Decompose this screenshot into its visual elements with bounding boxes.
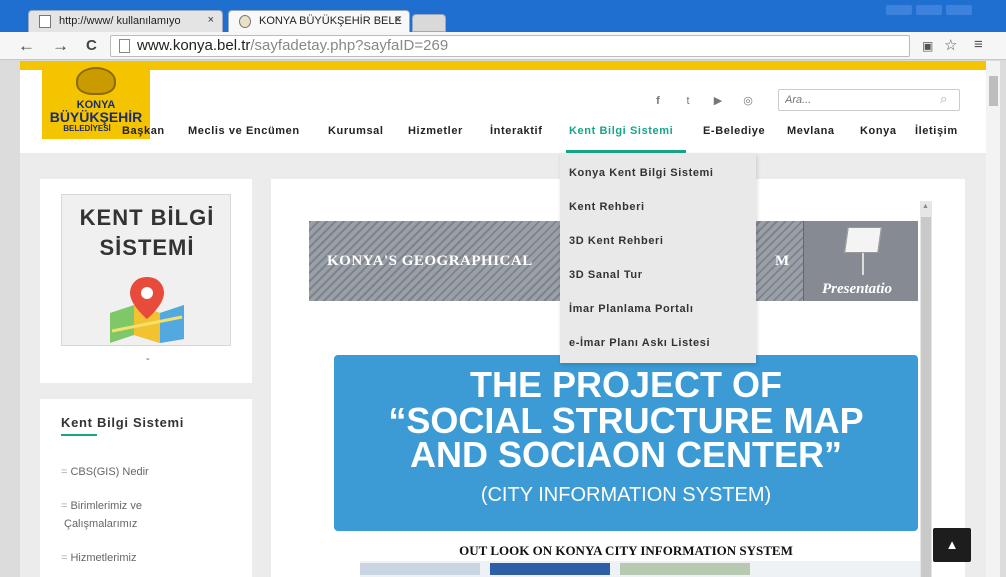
sidebar-links-card: Kent Bilgi Sistemi = CBS(GIS) Nedir = Biri…: [40, 399, 252, 577]
tab-2-label: KONYA BÜYÜKŞEHİR BELE: [259, 15, 402, 27]
menu-item-konya[interactable]: Konya: [860, 125, 897, 137]
browser-tab-1[interactable]: http://www/ kullanılamıyo ×: [28, 10, 223, 32]
header-stripe: [20, 61, 986, 70]
kent-bilgi-dropdown: Konya Kent Bilgi Sistemi Kent Rehberi 3D…: [560, 153, 756, 363]
menu-item-e-belediye[interactable]: E-Belediye: [703, 125, 765, 137]
outlook-thumb-1: [360, 563, 480, 575]
menu-item-kurumsal[interactable]: Kurumsal: [328, 125, 384, 137]
dropdown-item-kent-rehberi[interactable]: Kent Rehberi: [569, 201, 645, 213]
presentation-label: Presentatio: [822, 281, 892, 297]
back-button[interactable]: ←: [18, 36, 35, 56]
browser-tab-2[interactable]: KONYA BÜYÜKŞEHİR BELE ×: [228, 10, 410, 32]
card-caption: -: [146, 353, 150, 365]
dropdown-item-3d-kent-rehberi[interactable]: 3D Kent Rehberi: [569, 235, 664, 247]
content-scroll-thumb[interactable]: [921, 217, 931, 577]
translate-icon[interactable]: ▣: [922, 39, 933, 53]
menu-icon[interactable]: ≡: [974, 36, 983, 53]
dropdown-item-3d-sanal-tur[interactable]: 3D Sanal Tur: [569, 269, 643, 281]
bookmark-star-icon[interactable]: ☆: [944, 36, 957, 54]
forward-button[interactable]: →: [52, 36, 69, 56]
search-input[interactable]: [778, 89, 960, 111]
close-icon[interactable]: ×: [208, 14, 214, 26]
presentation-stand: [862, 253, 864, 275]
window-controls: [882, 2, 1002, 16]
tab-1-label: http://www/ kullanılamıyo: [59, 15, 181, 27]
main-menu: Başkan Meclis ve Encümen Kurumsal Hizmet…: [20, 125, 986, 147]
youtube-icon[interactable]: ▶: [708, 91, 728, 111]
site-header: KONYA BÜYÜKŞEHİR BELEDİYESİ f t ▶ ◎ ⌕ Ba…: [20, 61, 986, 153]
sidebar-link-label: Çalışmalarımız: [64, 518, 138, 530]
link-bullet: =: [61, 552, 68, 564]
sidebar-link-birimlerimiz-cont[interactable]: Çalışmalarımız: [61, 515, 137, 533]
browser-tabbar: http://www/ kullanılamıyo × KONYA BÜYÜKŞ…: [0, 0, 1006, 32]
maximize-button[interactable]: [916, 5, 942, 15]
kbs-title-line-2: SİSTEMİ: [99, 235, 195, 260]
project-line-3: AND SOCIAON CENTER”: [409, 434, 843, 475]
page-scroll-thumb[interactable]: [989, 76, 998, 106]
page-viewport: KONYA BÜYÜKŞEHİR BELEDİYESİ f t ▶ ◎ ⌕ Ba…: [20, 61, 986, 577]
dropdown-item-e-imar-plani-aski-listesi[interactable]: e-İmar Planı Askı Listesi: [569, 337, 710, 349]
address-bar[interactable]: www.konya.bel.tr/sayfadetay.php?sayfaID=…: [110, 35, 910, 57]
menu-item-hizmetler[interactable]: Hizmetler: [408, 125, 463, 137]
presentation-board-icon: [844, 227, 882, 253]
outlook-thumb-2: [490, 563, 610, 575]
sidebar-link-cbs[interactable]: = CBS(GIS) Nedir: [61, 463, 149, 481]
outlook-thumb-3: [620, 563, 750, 575]
sidebar-link-birimlerimiz[interactable]: = Birimlerimiz ve: [61, 497, 142, 515]
link-bullet: =: [61, 500, 68, 512]
menu-item-kent-bilgi-sistemi[interactable]: Kent Bilgi Sistemi: [569, 125, 673, 137]
browser-toolbar: ← → C www.konya.bel.tr/sayfadetay.php?sa…: [0, 32, 1006, 60]
url-path: /sayfadetay.php?sayfaID=269: [250, 37, 449, 54]
page-icon: [39, 15, 51, 28]
project-line-1: THE PROJECT OF: [469, 364, 783, 405]
facebook-icon[interactable]: f: [648, 91, 668, 111]
menu-item-meclis[interactable]: Meclis ve Encümen: [188, 125, 300, 137]
sidebar-link-hizmetlerimiz[interactable]: = Hizmetlerimiz: [61, 549, 136, 567]
logo-line-2: BÜYÜKŞEHİR: [49, 109, 143, 125]
sidebar-link-label: Birimlerimiz ve: [70, 500, 142, 512]
close-window-button[interactable]: [946, 5, 972, 15]
link-bullet: =: [61, 466, 68, 478]
dropdown-item-konya-kent-bilgi-sistemi[interactable]: Konya Kent Bilgi Sistemi: [569, 167, 714, 179]
back-to-top-button[interactable]: ▲: [933, 528, 971, 562]
favicon-icon: [239, 15, 251, 28]
project-banner: THE PROJECT OF “SOCIAL STRUCTURE MAP AND…: [334, 355, 918, 531]
reload-button[interactable]: C: [86, 37, 97, 54]
presentation-tile[interactable]: Presentatio: [803, 221, 918, 301]
geo-banner-text: KONYA'S GEOGRAPHICAL: [327, 253, 533, 269]
page-scrollbar[interactable]: [986, 61, 1000, 577]
map-pin-icon: [110, 277, 184, 343]
twitter-icon[interactable]: t: [678, 91, 698, 111]
sidebar-link-label: CBS(GIS) Nedir: [70, 466, 149, 478]
emblem-icon: [76, 67, 116, 95]
project-line-4: (CITY INFORMATION SYSTEM): [480, 484, 772, 506]
geo-banner-text-end: M: [775, 253, 790, 269]
page-icon: [119, 39, 130, 53]
close-icon[interactable]: ×: [395, 14, 401, 26]
dropdown-item-imar-planlama-portali[interactable]: İmar Planlama Portalı: [569, 303, 693, 315]
outlook-title: OUT LOOK ON KONYA CITY INFORMATION SYSTE…: [459, 543, 793, 558]
kent-bilgi-banner[interactable]: KENT BİLGİ SİSTEMİ: [61, 194, 231, 346]
menu-item-interaktif[interactable]: İnteraktif: [490, 125, 542, 137]
outlook-image-strip: [360, 561, 920, 577]
scroll-up-icon[interactable]: ▲: [922, 203, 929, 210]
section-title-underline: [61, 434, 97, 436]
kbs-title-line-1: KENT BİLGİ: [79, 205, 215, 230]
minimize-button[interactable]: [886, 5, 912, 15]
instagram-icon[interactable]: ◎: [738, 91, 758, 111]
kent-bilgi-card: KENT BİLGİ SİSTEMİ -: [40, 179, 252, 383]
sidebar-link-label: Hizmetlerimiz: [70, 552, 137, 564]
menu-item-baskan[interactable]: Başkan: [122, 125, 165, 137]
content-scrollbar[interactable]: ▲: [920, 201, 932, 577]
search-icon[interactable]: ⌕: [940, 91, 947, 107]
url-host: www.konya.bel.tr: [137, 37, 251, 54]
menu-item-iletisim[interactable]: İletişim: [915, 125, 958, 137]
menu-item-mevlana[interactable]: Mevlana: [787, 125, 835, 137]
sidebar-section-title: Kent Bilgi Sistemi: [61, 415, 185, 430]
new-tab-button[interactable]: [412, 14, 446, 32]
